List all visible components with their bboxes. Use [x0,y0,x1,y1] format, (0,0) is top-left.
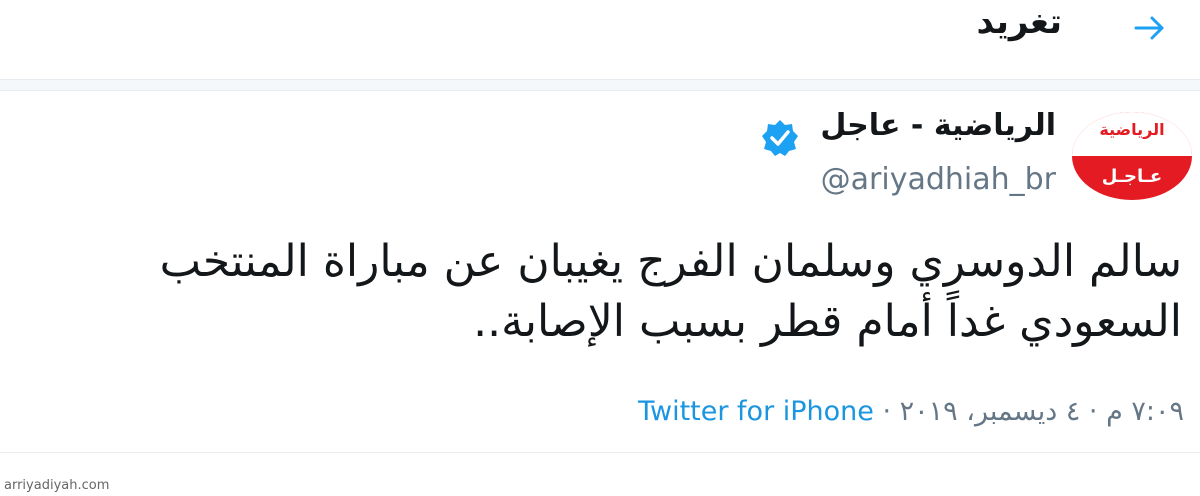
tweet-timestamp[interactable]: ٧:٠٩ م · ٤ ديسمبر، ٢٠١٩ · [874,396,1184,427]
arrow-right-icon[interactable] [1130,8,1170,48]
avatar-sub-text: عـاجـل [1101,166,1163,187]
section-divider [0,80,1200,91]
avatar-brand-text: الرياضية [1099,120,1165,139]
display-name[interactable]: الرياضية - عاجل [820,108,1056,143]
bottom-divider [0,452,1200,453]
user-handle[interactable]: @ariyadhiah_br [821,162,1056,197]
page-title: تغريد [976,2,1062,42]
verified-badge-icon [760,118,800,158]
page-header: تغريد [0,0,1200,80]
tweet-source-link[interactable]: Twitter for iPhone [638,396,874,427]
tweet-meta: ٧:٠٩ م · ٤ ديسمبر، ٢٠١٩ · Twitter for iP… [638,396,1184,427]
avatar[interactable]: الرياضية عـاجـل [1072,112,1192,200]
tweet-text: سالم الدوسري وسلمان الفرج يغيبان عن مبار… [159,236,1182,347]
watermark-text: arriyadiyah.com [4,478,110,493]
